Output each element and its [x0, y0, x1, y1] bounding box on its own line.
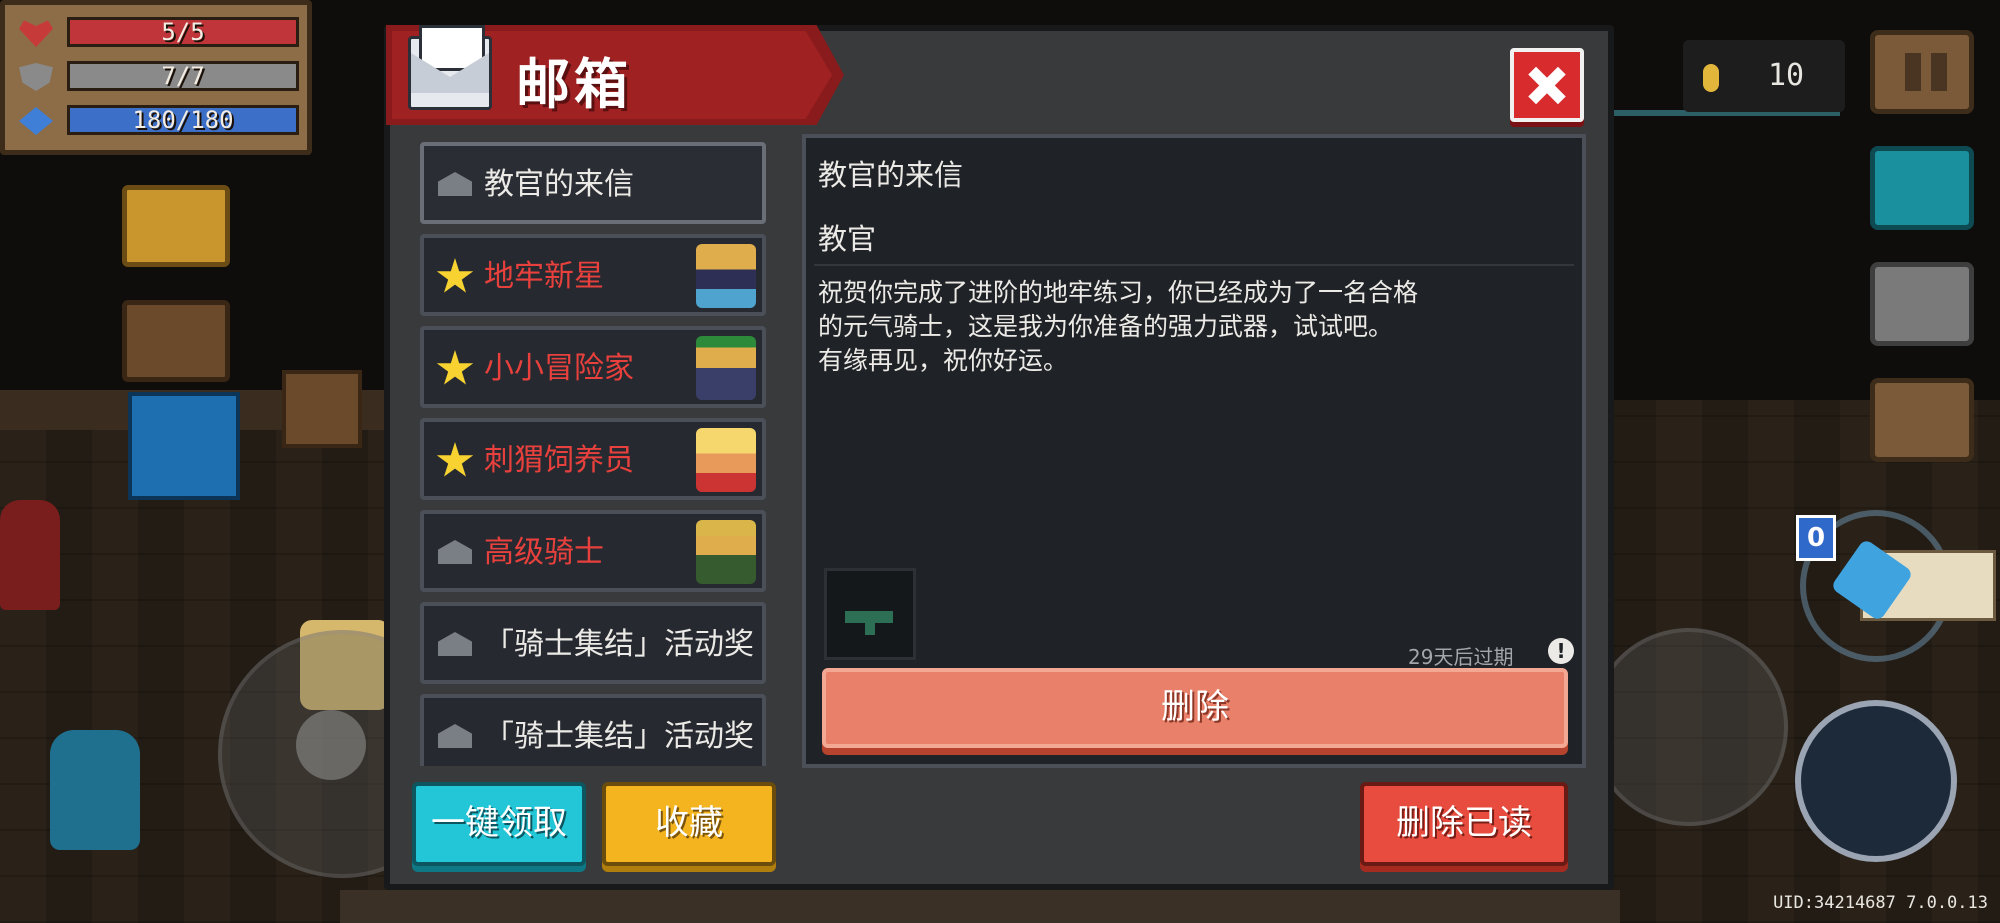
mail-item-label: 「骑士集结」活动奖 [484, 628, 754, 662]
close-icon [1514, 52, 1580, 118]
coin-count: 10 [1768, 58, 1805, 93]
npc-character [0, 500, 60, 610]
hp-bar: 5/5 [67, 17, 299, 47]
dialog-title: 邮箱 [516, 53, 632, 116]
chat-button[interactable] [1870, 262, 1974, 346]
vending-machine-prop [128, 392, 240, 500]
talent-button[interactable] [122, 185, 230, 267]
armor-row: 7/7 [15, 61, 305, 93]
star-icon [436, 350, 474, 385]
claim-all-button[interactable]: 一键领取 [412, 782, 586, 866]
mail-item[interactable]: 「骑士集结」活动奖 [420, 602, 766, 684]
energy-bar: 180/180 [67, 105, 299, 135]
coin-icon [1703, 64, 1719, 92]
delete-button[interactable]: 删除 [822, 668, 1568, 748]
mail-body-line: 的元气骑士，这是我为你准备的强力武器，试试吧。 [818, 312, 1394, 341]
delete-read-button[interactable]: 删除已读 [1360, 782, 1568, 866]
mail-item[interactable]: 「骑士集结」活动奖 [420, 694, 766, 766]
scene-bottom-props [340, 890, 1620, 923]
info-icon[interactable]: ! [1548, 638, 1574, 664]
mail-item[interactable]: 教官的来信 [420, 142, 766, 224]
coin-counter: 10 [1683, 40, 1845, 112]
adventurer-avatar [696, 336, 756, 400]
refresh-button[interactable] [122, 300, 230, 382]
mail-sender: 教官 [818, 222, 877, 256]
mail-item[interactable]: 刺猬饲养员 [420, 418, 766, 500]
player-character [50, 730, 140, 850]
king-avatar [696, 520, 756, 584]
energy-row: 180/180 [15, 105, 305, 137]
envelope-icon [438, 632, 472, 656]
mail-item[interactable]: 地牢新星 [420, 234, 766, 316]
mail-item[interactable]: 小小冒险家 [420, 326, 766, 408]
mail-list[interactable]: 教官的来信 地牢新星 小小冒险家 刺猬饲养员 高级骑士 「骑士集结」活动奖 「骑… [412, 134, 778, 766]
mail-item-label: 「骑士集结」活动奖 [484, 720, 754, 754]
detail-divider [814, 264, 1574, 266]
star-icon [436, 258, 474, 293]
hp-row: 5/5 [15, 17, 305, 49]
mail-subject: 教官的来信 [818, 158, 964, 192]
mail-item[interactable]: 高级骑士 [420, 510, 766, 592]
mailbox-icon [408, 25, 492, 110]
envelope-icon [438, 172, 472, 196]
mail-body-line: 祝贺你完成了进阶的地牢练习，你已经成为了一名合格 [818, 278, 1419, 307]
weapon-attachment-icon [845, 611, 893, 635]
hp-text: 5/5 [161, 18, 205, 46]
knight-avatar [696, 244, 756, 308]
exit-button[interactable] [1870, 378, 1974, 462]
energy-text: 180/180 [132, 106, 234, 134]
chest-prop [282, 370, 362, 448]
buff-button[interactable] [1870, 146, 1974, 230]
angel-avatar [696, 428, 756, 492]
joystick-knob[interactable] [296, 710, 366, 780]
mail-item-label: 教官的来信 [484, 168, 634, 202]
weapon-energy-cost: 0 [1796, 515, 1836, 561]
skill-button[interactable] [1795, 700, 1957, 862]
attack-button[interactable] [1590, 628, 1788, 826]
mail-body-line: 有缘再见，祝你好运。 [818, 346, 1069, 375]
uid-version-label: UID:34214687 7.0.0.13 [1773, 893, 1988, 913]
mail-body: 祝贺你完成了进阶的地牢练习，你已经成为了一名合格 的元气骑士，这是我为你准备的强… [818, 276, 1578, 378]
heart-icon [19, 20, 53, 47]
favorite-button[interactable]: 收藏 [602, 782, 776, 866]
star-icon [436, 442, 474, 477]
shield-icon [19, 63, 53, 91]
envelope-icon [438, 724, 472, 748]
pause-button[interactable] [1870, 30, 1974, 114]
armor-bar: 7/7 [67, 61, 299, 91]
player-stats-panel: 5/5 7/7 180/180 [0, 0, 312, 155]
envelope-icon [438, 540, 472, 564]
armor-text: 7/7 [161, 62, 205, 90]
expire-label: 29天后过期 [1408, 645, 1514, 669]
energy-gem-icon [19, 107, 53, 135]
close-button[interactable] [1510, 48, 1584, 122]
attachment-slot[interactable] [824, 568, 916, 660]
